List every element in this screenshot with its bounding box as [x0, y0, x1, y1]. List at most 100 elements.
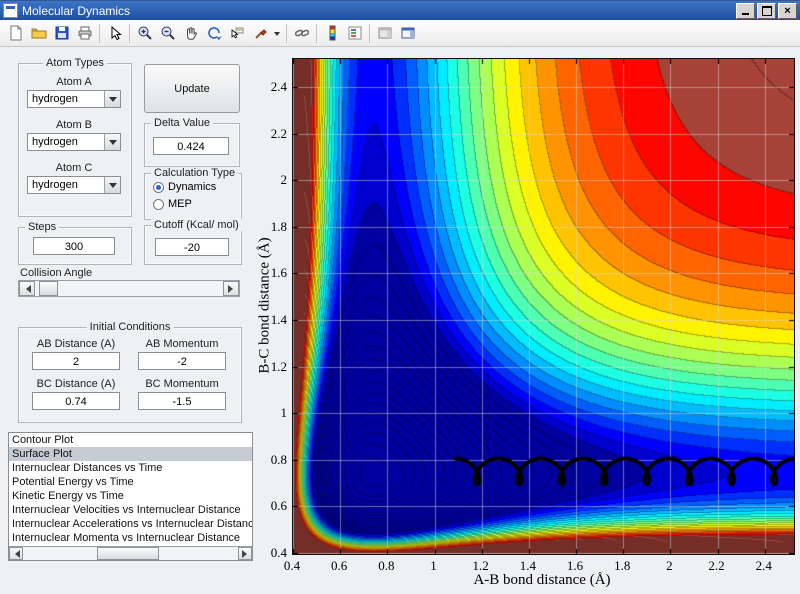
scroll-right-button[interactable]	[238, 547, 252, 560]
zoom-in-icon	[138, 26, 152, 40]
chevron-down-icon	[104, 134, 120, 150]
atom-b-value: hydrogen	[32, 136, 78, 148]
plot-type-list: Contour Plot Surface Plot Internuclear Dis…	[9, 433, 252, 545]
arrow-right-icon	[241, 549, 251, 558]
plot-list-item[interactable]: Kinetic Energy vs Time	[9, 489, 252, 503]
link-plot-icon	[294, 29, 309, 37]
rotate-3d-button[interactable]	[202, 22, 225, 44]
plot-list-item[interactable]: Internuclear Distances vs Time	[9, 461, 252, 475]
delta-value-field[interactable]: 0.424	[153, 137, 229, 155]
bc-distance-label: BC Distance (A)	[36, 378, 116, 390]
atom-b-label: Atom B	[55, 119, 93, 131]
atom-types-title: Atom Types	[43, 57, 107, 69]
brush-icon	[254, 29, 267, 39]
figure-toolbar	[0, 20, 800, 47]
plot-list-item[interactable]: Contour Plot	[9, 433, 252, 447]
chevron-down-icon	[104, 177, 120, 193]
ab-distance-field[interactable]: 2	[32, 352, 120, 370]
save-figure-icon	[55, 26, 68, 40]
zoom-out-button[interactable]	[156, 22, 179, 44]
ab-distance-label: AB Distance (A)	[36, 338, 116, 350]
title-bar[interactable]: Molecular Dynamics ×	[0, 1, 800, 20]
open-file-button[interactable]	[27, 22, 50, 44]
listbox-horizontal-scrollbar[interactable]	[9, 546, 252, 560]
plot-list-item[interactable]: Surface Plot	[9, 447, 252, 461]
collision-angle-label: Collision Angle	[20, 267, 93, 279]
brush-button[interactable]	[248, 22, 271, 44]
scroll-left-button[interactable]	[9, 547, 23, 560]
dynamics-radio[interactable]: Dynamics	[153, 181, 216, 193]
atom-b-select[interactable]: hydrogen	[27, 133, 121, 151]
toolbar-separator	[316, 23, 317, 43]
x-axis-label: A-B bond distance (Å)	[473, 572, 611, 588]
arrow-left-icon	[11, 549, 20, 558]
zoom-out-icon	[161, 26, 175, 40]
print-figure-button[interactable]	[73, 22, 96, 44]
steps-title: Steps	[25, 221, 60, 233]
colorbar-icon	[329, 25, 335, 41]
maximize-button[interactable]	[757, 2, 776, 19]
collision-angle-slider[interactable]	[18, 280, 240, 297]
cutoff-field[interactable]: -20	[155, 238, 229, 256]
bc-momentum-field[interactable]: -1.5	[138, 392, 226, 410]
insert-legend-button[interactable]	[343, 22, 366, 44]
atom-c-label: Atom C	[55, 162, 93, 174]
contour-plot-canvas[interactable]	[292, 58, 795, 555]
scrollbar-thumb[interactable]	[97, 547, 159, 560]
toolbar-separator	[129, 23, 130, 43]
data-cursor-button[interactable]	[225, 22, 248, 44]
mep-radio-label: MEP	[168, 198, 192, 210]
brush-dropdown-button[interactable]	[271, 22, 283, 44]
window-title: Molecular Dynamics	[22, 3, 131, 18]
x-tick-label: 2.4	[755, 558, 772, 573]
plot-list-item[interactable]: Internuclear Momenta vs Internuclear Dis…	[9, 531, 252, 545]
bc-momentum-label: BC Momentum	[145, 378, 219, 390]
plot-type-listbox[interactable]: Contour Plot Surface Plot Internuclear Dis…	[8, 432, 253, 561]
new-figure-button[interactable]	[4, 22, 27, 44]
plot-list-item[interactable]: Internuclear Velocities vs Internuclear …	[9, 503, 252, 517]
x-tick-label: 2.2	[708, 558, 725, 573]
minimize-button[interactable]	[736, 2, 755, 19]
edit-plot-button[interactable]	[103, 22, 126, 44]
initial-conditions-title: Initial Conditions	[86, 321, 174, 333]
show-plot-tools-button[interactable]	[396, 22, 419, 44]
y-tick-label: 0.6	[270, 498, 287, 514]
save-figure-button[interactable]	[50, 22, 73, 44]
plot-list-item[interactable]: Internuclear Accelerations vs Internucle…	[9, 517, 252, 531]
close-icon: ×	[784, 4, 791, 17]
atom-c-select[interactable]: hydrogen	[27, 176, 121, 194]
new-figure-icon	[10, 25, 21, 41]
steps-field[interactable]: 300	[33, 237, 115, 255]
slider-right-arrow-button[interactable]	[223, 281, 239, 296]
link-plot-button[interactable]	[290, 22, 313, 44]
insert-colorbar-button[interactable]	[320, 22, 343, 44]
pan-button[interactable]	[179, 22, 202, 44]
arrow-right-icon	[227, 284, 237, 293]
y-tick-label: 2.4	[270, 78, 287, 94]
slider-left-arrow-button[interactable]	[19, 281, 35, 296]
zoom-in-button[interactable]	[133, 22, 156, 44]
print-figure-icon	[78, 26, 91, 40]
slider-thumb[interactable]	[39, 281, 58, 296]
plot-list-item[interactable]: Potential Energy vs Time	[9, 475, 252, 489]
legend-icon	[348, 26, 361, 40]
delta-value-title: Delta Value	[151, 117, 214, 129]
ab-momentum-label: AB Momentum	[145, 338, 219, 350]
mep-radio[interactable]: MEP	[153, 198, 192, 210]
toolbar-separator	[99, 23, 100, 43]
hide-plot-tools-icon	[378, 27, 391, 39]
close-button[interactable]: ×	[778, 2, 797, 19]
open-file-icon	[31, 28, 46, 39]
show-plot-tools-icon	[401, 27, 414, 39]
pan-hand-icon	[186, 27, 197, 40]
atom-a-select[interactable]: hydrogen	[27, 90, 121, 108]
hide-plot-tools-button[interactable]	[373, 22, 396, 44]
ab-momentum-field[interactable]: -2	[138, 352, 226, 370]
x-tick-label: 0.6	[331, 558, 348, 573]
minimize-icon	[742, 13, 749, 15]
brush-dropdown-icon	[274, 31, 280, 39]
bc-distance-field[interactable]: 0.74	[32, 392, 120, 410]
y-tick-label: 0.4	[270, 545, 287, 560]
update-button[interactable]: Update	[144, 64, 240, 113]
toolbar-separator	[286, 23, 287, 43]
